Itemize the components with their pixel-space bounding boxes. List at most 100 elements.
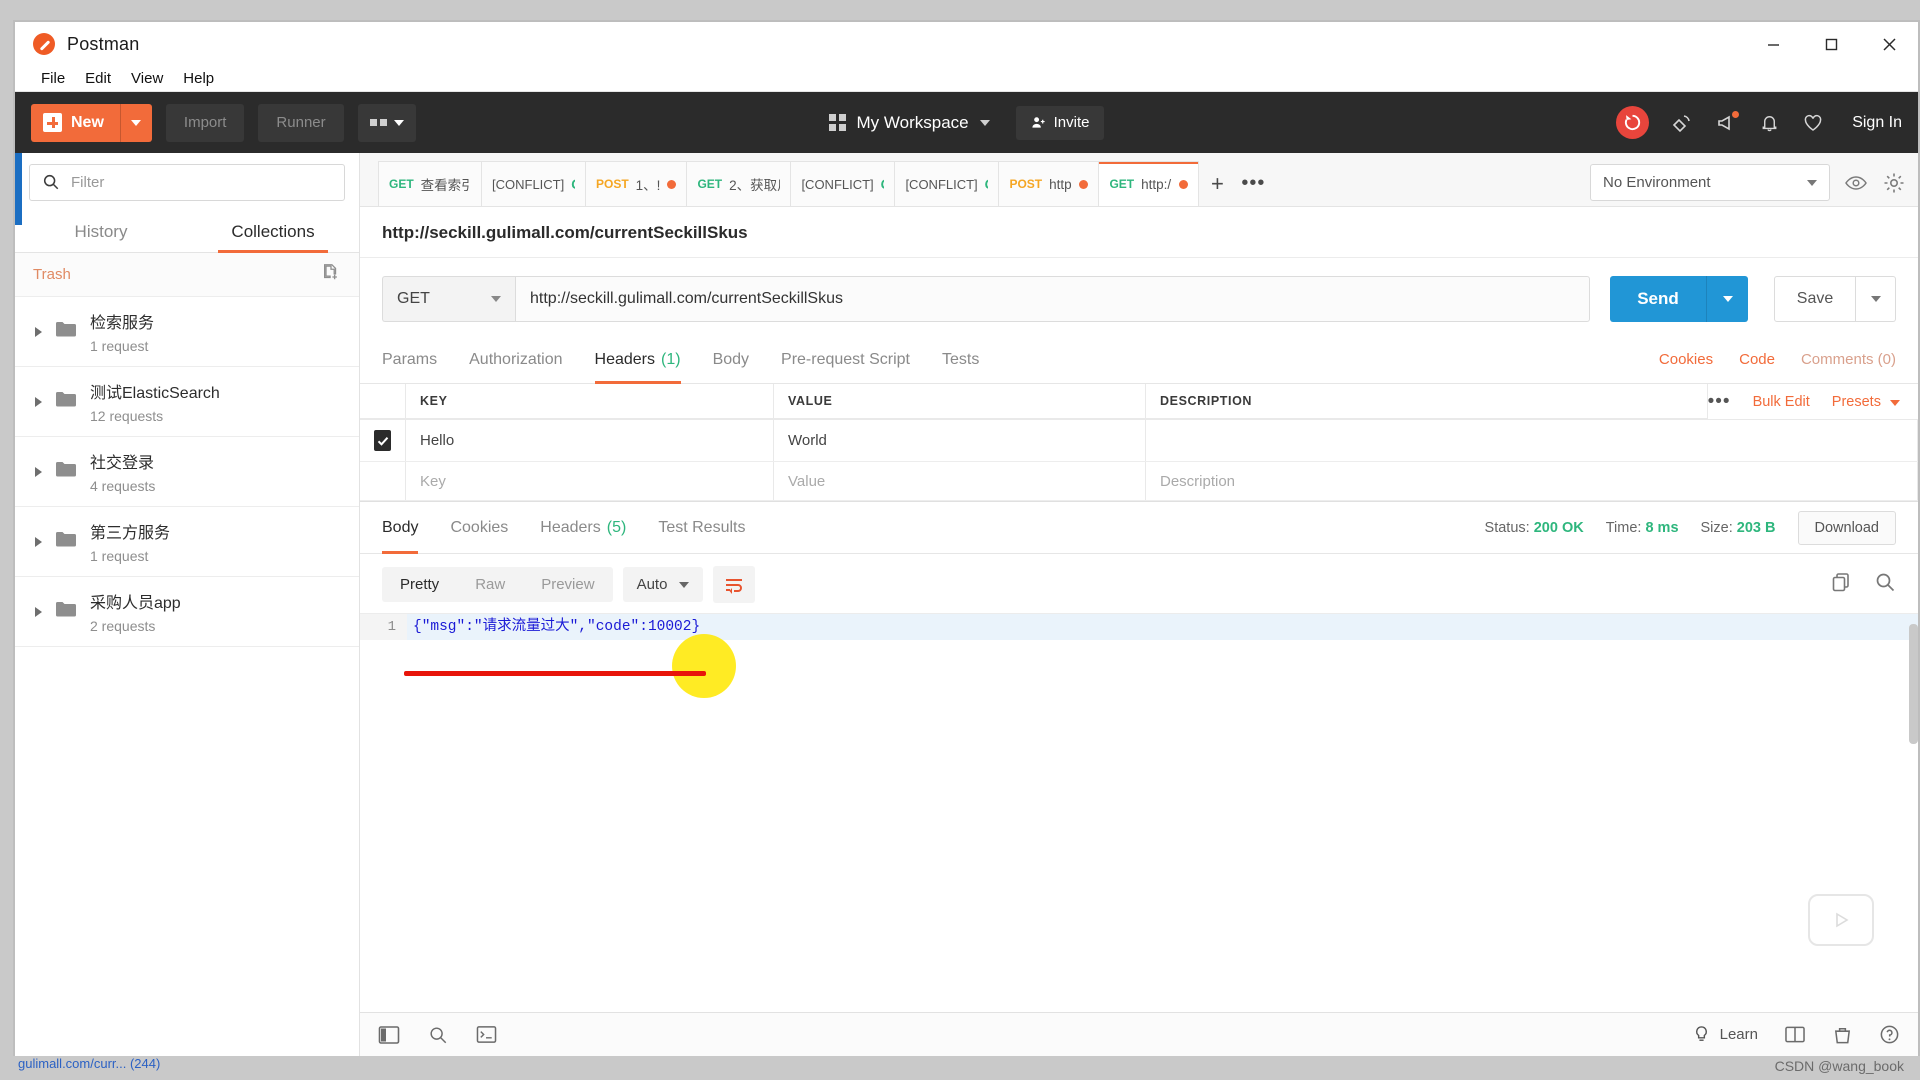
chevron-right-icon[interactable] [35,397,42,407]
response-tab-cookies[interactable]: Cookies [450,502,508,553]
response-body-viewer[interactable]: 1 {"msg":"请求流量过大","code":10002} [360,613,1918,1012]
response-tab-headers[interactable]: Headers (5) [540,502,626,553]
runner-button[interactable]: Runner [258,104,343,142]
bulk-edit-button[interactable]: Bulk Edit [1753,394,1810,410]
trash-row[interactable]: Trash [15,253,359,297]
gear-icon[interactable] [1882,171,1906,195]
maximize-button[interactable] [1802,22,1860,66]
satellite-icon[interactable] [1671,112,1693,134]
trash-icon[interactable] [1832,1025,1853,1045]
chevron-right-icon[interactable] [35,537,42,547]
sidebar-tab-collections[interactable]: Collections [187,211,359,252]
search-icon[interactable] [1874,571,1896,598]
list-item[interactable]: 社交登录 4 requests [15,437,359,507]
new-tab-button[interactable]: + [1199,161,1235,206]
list-item[interactable]: 测试ElasticSearch 12 requests [15,367,359,437]
send-dropdown-button[interactable] [1706,276,1748,322]
tabs-more-button[interactable]: ••• [1235,161,1271,206]
request-tab[interactable]: [CONFLICT] G [482,161,586,206]
row-checkbox-cell[interactable] [360,462,406,500]
heart-icon[interactable] [1802,112,1824,134]
sidebar-toggle-icon[interactable] [378,1025,400,1045]
send-button[interactable]: Send [1610,276,1706,322]
request-tab-active[interactable]: GET http:/ [1099,161,1199,206]
help-icon[interactable] [1879,1024,1900,1045]
checkbox-checked-icon[interactable] [374,430,391,451]
code-link[interactable]: Code [1739,351,1775,368]
import-button[interactable]: Import [166,104,245,142]
new-dropdown-button[interactable] [120,104,152,142]
comments-link[interactable]: Comments (0) [1801,351,1896,368]
cookies-link[interactable]: Cookies [1659,351,1713,368]
method-select[interactable]: GET [382,276,515,322]
save-dropdown-button[interactable] [1856,276,1896,322]
row-checkbox-cell[interactable] [360,420,406,461]
new-button-main[interactable]: New [31,104,120,142]
viewer-mode-pretty[interactable]: Pretty [382,567,457,602]
menu-edit[interactable]: Edit [75,68,121,90]
vertical-scrollbar[interactable] [1909,624,1918,744]
new-collection-icon[interactable] [321,262,341,287]
chevron-right-icon[interactable] [35,327,42,337]
row-value[interactable]: World [774,420,1146,461]
response-tab-body[interactable]: Body [382,502,418,553]
workspace-selector[interactable]: My Workspace [829,113,990,133]
menu-view[interactable]: View [121,68,173,90]
tab-pre-request-script[interactable]: Pre-request Script [781,336,910,383]
learn-button[interactable]: Learn [1692,1025,1758,1044]
eye-icon[interactable] [1844,171,1868,195]
list-item[interactable]: 检索服务 1 request [15,297,359,367]
tab-headers[interactable]: Headers (1) [595,336,681,383]
sync-status-button[interactable] [1616,106,1649,139]
sidebar-tab-history[interactable]: History [15,211,187,252]
save-button[interactable]: Save [1774,276,1856,322]
viewer-mode-raw[interactable]: Raw [457,567,523,602]
sign-in-button[interactable]: Sign In [1846,114,1902,132]
chevron-right-icon[interactable] [35,607,42,617]
filter-box[interactable] [29,164,345,201]
list-item[interactable]: 第三方服务 1 request [15,507,359,577]
list-item[interactable]: 采购人员app 2 requests [15,577,359,647]
find-icon[interactable] [428,1025,448,1045]
menu-help[interactable]: Help [173,68,224,90]
console-icon[interactable] [476,1025,497,1044]
download-button[interactable]: Download [1798,511,1897,545]
minimize-button[interactable] [1744,22,1802,66]
presets-button[interactable]: Presets [1832,394,1900,410]
url-input[interactable]: http://seckill.gulimall.com/currentSecki… [515,276,1590,322]
tab-body[interactable]: Body [713,336,749,383]
two-pane-icon[interactable] [1784,1025,1806,1044]
request-tab[interactable]: [CONFLICT] G [791,161,895,206]
megaphone-icon[interactable] [1715,112,1737,134]
new-button[interactable]: New [31,104,152,142]
request-tab[interactable]: GET 查看索引 [378,161,482,206]
close-button[interactable] [1860,22,1918,66]
layout-switch-button[interactable] [358,104,416,142]
format-select[interactable]: Auto [623,567,704,602]
tab-authorization[interactable]: Authorization [469,336,562,383]
row-description[interactable] [1146,420,1918,461]
tab-params[interactable]: Params [382,336,437,383]
table-row[interactable]: Hello World [360,420,1918,462]
table-row-placeholder[interactable]: Key Value Description [360,462,1918,501]
wrap-lines-button[interactable] [713,566,755,603]
row-description-placeholder[interactable]: Description [1146,462,1918,500]
invite-button[interactable]: Invite [1016,106,1105,140]
row-key-placeholder[interactable]: Key [406,462,774,500]
environment-select[interactable]: No Environment [1590,164,1830,201]
bell-icon[interactable] [1759,112,1780,133]
request-tab[interactable]: GET 2、获取用 [687,161,791,206]
response-tab-test-results[interactable]: Test Results [658,502,745,553]
request-tab[interactable]: POST 1、! [586,161,687,206]
viewer-mode-preview[interactable]: Preview [523,567,612,602]
filter-input[interactable] [71,174,332,191]
menu-file[interactable]: File [31,68,75,90]
tab-tests[interactable]: Tests [942,336,979,383]
copy-icon[interactable] [1830,571,1852,598]
request-tab[interactable]: POST http [999,161,1099,206]
chevron-right-icon[interactable] [35,467,42,477]
row-value-placeholder[interactable]: Value [774,462,1146,500]
request-tab[interactable]: [CONFLICT] G [895,161,999,206]
row-key[interactable]: Hello [406,420,774,461]
more-options-icon[interactable]: ••• [1708,391,1731,413]
